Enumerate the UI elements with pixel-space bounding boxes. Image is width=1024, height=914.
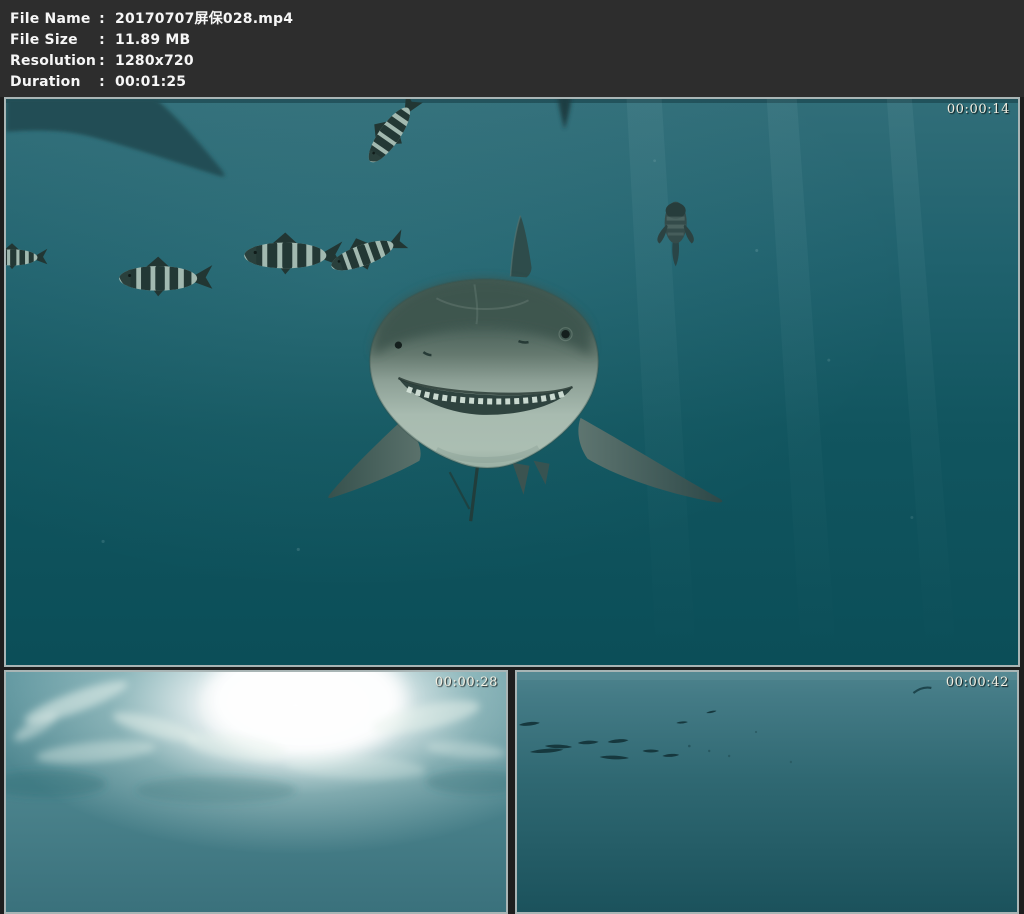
file-info-panel: File Name:20170707屏保028.mp4 File Size:11… xyxy=(0,0,1024,97)
fish-school-scene xyxy=(517,672,1017,912)
main-preview-frame[interactable]: 00:00:14 xyxy=(4,97,1020,667)
thumbnail-strip: 00:00:28 00:00:42 xyxy=(4,670,1019,914)
file-size-label: File Size xyxy=(10,32,78,48)
file-name-label: File Name xyxy=(10,11,91,27)
file-size-row: File Size:11.89 MB xyxy=(10,30,1024,51)
timestamp-overlay: 00:00:28 xyxy=(434,675,498,690)
timestamp-overlay: 00:00:42 xyxy=(945,675,1009,690)
sunlight-water-scene xyxy=(6,672,506,912)
duration-row: Duration:00:01:25 xyxy=(10,72,1024,93)
file-name-row: File Name:20170707屏保028.mp4 xyxy=(10,9,1024,30)
underwater-shark-scene xyxy=(6,99,1018,665)
resolution-value: 1280x720 xyxy=(115,53,194,69)
resolution-row: Resolution:1280x720 xyxy=(10,51,1024,72)
timestamp-overlay: 00:00:14 xyxy=(946,102,1010,117)
duration-value: 00:01:25 xyxy=(115,74,187,90)
shark-right-eye xyxy=(561,329,570,339)
file-size-value: 11.89 MB xyxy=(115,32,191,48)
shark-left-eye xyxy=(394,341,402,349)
duration-label: Duration xyxy=(10,74,81,90)
resolution-label: Resolution xyxy=(10,53,97,69)
thumbnail-frame-2[interactable]: 00:00:42 xyxy=(515,670,1019,914)
thumbnail-frame-1[interactable]: 00:00:28 xyxy=(4,670,508,914)
file-name-value: 20170707屏保028.mp4 xyxy=(115,11,294,27)
